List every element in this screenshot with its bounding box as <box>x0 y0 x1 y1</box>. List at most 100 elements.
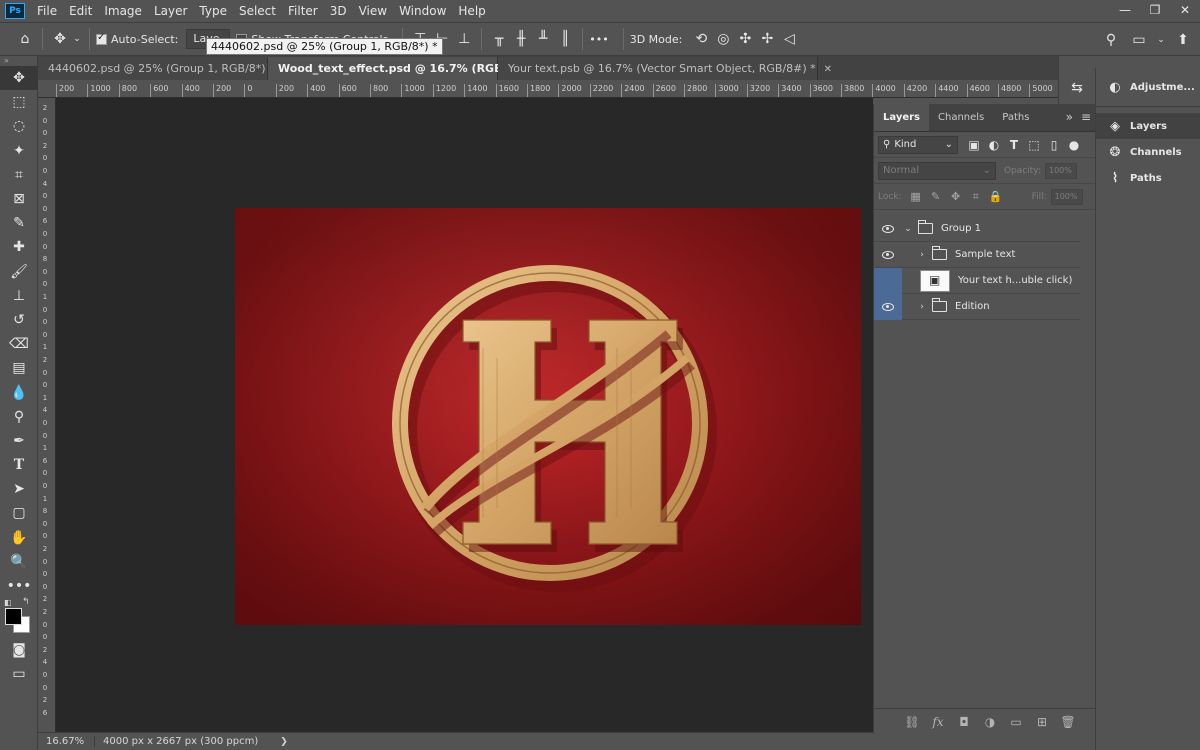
document-tab-your-text[interactable]: Your text.psb @ 16.7% (Vector Smart Obje… <box>498 57 832 80</box>
menu-layer[interactable]: Layer <box>148 0 193 22</box>
document-canvas[interactable] <box>235 208 861 625</box>
swap-colors-icon[interactable]: ↰ <box>22 597 30 607</box>
blur-tool-icon[interactable]: 💧 <box>0 380 38 404</box>
distribute-horizontal-icon[interactable]: ║ <box>554 28 576 50</box>
type-tool-icon[interactable]: T <box>0 453 38 477</box>
3d-slide-icon[interactable]: ✢ <box>756 28 778 50</box>
3d-pan-icon[interactable]: ✣ <box>734 28 756 50</box>
layer-style-icon[interactable]: fx <box>928 715 948 729</box>
menu-view[interactable]: View <box>353 0 393 22</box>
dock-adjustments[interactable]: ◐ Adjustme... <box>1096 74 1200 100</box>
gradient-tool-icon[interactable]: ▤ <box>0 356 38 380</box>
3d-scale-icon[interactable]: ◁ <box>778 28 800 50</box>
adjustment-layer-icon[interactable]: ◑ <box>980 715 1000 729</box>
visibility-toggle[interactable] <box>874 242 902 268</box>
eraser-tool-icon[interactable]: ⌫ <box>0 332 38 356</box>
default-colors-icon[interactable]: ◧ <box>4 598 12 607</box>
restore-button[interactable]: ❐ <box>1140 0 1170 20</box>
share-icon[interactable]: ⬆ <box>1172 29 1194 51</box>
distribute-bottom-icon[interactable]: ╨ <box>532 28 554 50</box>
lock-all-icon[interactable]: 🔒 <box>986 190 1006 203</box>
new-layer-icon[interactable]: ⊞ <box>1032 715 1052 729</box>
quick-mask-icon[interactable]: ◙ <box>0 638 38 662</box>
lasso-tool-icon[interactable]: ◌ <box>0 114 38 138</box>
clone-stamp-tool-icon[interactable]: ⊥ <box>0 284 38 308</box>
distribute-center-icon[interactable]: ╫ <box>510 28 532 50</box>
smart-object-filter-icon[interactable]: ▯ <box>1044 136 1064 154</box>
history-panel-icon[interactable]: ⇆ <box>1071 80 1083 96</box>
chevron-down-icon[interactable]: ⌄ <box>71 28 83 50</box>
healing-brush-tool-icon[interactable]: ✚ <box>0 235 38 259</box>
layer-row-edition[interactable]: › Edition <box>874 293 1080 320</box>
visibility-toggle[interactable] <box>874 293 902 320</box>
zoom-level-field[interactable]: 16.67% <box>38 736 94 747</box>
search-icon[interactable]: ⚲ <box>1100 29 1122 51</box>
document-tab-wood-text-effect[interactable]: Wood_text_effect.psd @ 16.7% (RGB/8#) *✕ <box>268 57 554 80</box>
minimize-button[interactable]: — <box>1110 0 1140 20</box>
edit-toolbar-icon[interactable]: ••• <box>0 574 38 598</box>
3d-orbit-icon[interactable]: ⟲ <box>690 28 712 50</box>
path-selection-tool-icon[interactable]: ➤ <box>0 477 38 501</box>
magic-wand-tool-icon[interactable]: ✦ <box>0 139 38 163</box>
close-icon[interactable]: ✕ <box>824 64 832 75</box>
new-group-icon[interactable]: ▭ <box>1006 715 1026 729</box>
marquee-tool-icon[interactable]: ⬚ <box>0 90 38 114</box>
move-tool-icon[interactable]: ✥ <box>0 66 38 91</box>
adjustment-layer-filter-icon[interactable]: ◐ <box>984 136 1004 154</box>
canvas-area[interactable] <box>56 98 873 732</box>
distribute-top-icon[interactable]: ╥ <box>488 28 510 50</box>
panel-menu-icon[interactable]: ≡ <box>1081 110 1091 124</box>
move-tool-icon[interactable]: ✥ <box>49 28 71 50</box>
align-bottom-icon[interactable]: ⊥ <box>453 28 475 50</box>
screen-mode-icon[interactable]: ▭ <box>0 662 38 686</box>
shape-layer-filter-icon[interactable]: ⬚ <box>1024 136 1044 154</box>
brush-tool-icon[interactable]: 🖌 <box>0 260 38 284</box>
crop-tool-icon[interactable]: ⌗ <box>0 163 38 187</box>
menu-edit[interactable]: Edit <box>63 0 98 22</box>
frame-tool-icon[interactable]: ⊠ <box>0 187 38 211</box>
fill-field[interactable]: 100% <box>1050 188 1083 205</box>
lock-position-icon[interactable]: ✥ <box>946 190 966 203</box>
dodge-tool-icon[interactable]: ⚲ <box>0 405 38 429</box>
history-brush-tool-icon[interactable]: ↺ <box>0 308 38 332</box>
tab-paths[interactable]: Paths <box>993 104 1038 131</box>
menu-window[interactable]: Window <box>393 0 452 22</box>
dock-layers[interactable]: ◈ Layers <box>1096 113 1200 139</box>
filter-toggle-icon[interactable]: ● <box>1064 136 1084 154</box>
collapse-panel-icon[interactable]: » <box>1066 110 1073 124</box>
tab-channels[interactable]: Channels <box>929 104 993 131</box>
menu-image[interactable]: Image <box>98 0 148 22</box>
3d-roll-icon[interactable]: ◎ <box>712 28 734 50</box>
menu-file[interactable]: File <box>31 0 63 22</box>
link-layers-icon[interactable]: ⛓ <box>902 715 922 729</box>
chevron-down-icon[interactable]: ⌄ <box>902 224 914 234</box>
eyedropper-tool-icon[interactable]: ✎ <box>0 211 38 235</box>
type-layer-filter-icon[interactable]: T <box>1004 136 1024 154</box>
layer-row-group-1[interactable]: ⌄ Group 1 <box>874 216 1080 242</box>
lock-transparent-pixels-icon[interactable]: ▦ <box>906 190 926 203</box>
filter-kind-dropdown[interactable]: ⚲ Kind ⌄ <box>878 135 958 154</box>
hand-tool-icon[interactable]: ✋ <box>0 526 38 550</box>
layer-row-your-text-smart-object[interactable]: Your text h...uble click) <box>874 267 1080 294</box>
rectangle-tool-icon[interactable]: ▢ <box>0 501 38 525</box>
visibility-toggle[interactable] <box>874 216 902 242</box>
more-options-button[interactable]: ••• <box>589 33 608 46</box>
menu-type[interactable]: Type <box>193 0 233 22</box>
menu-select[interactable]: Select <box>233 0 282 22</box>
chevron-right-icon[interactable]: › <box>916 302 928 312</box>
blend-mode-dropdown[interactable]: Normal ⌄ <box>878 161 996 180</box>
trash-icon[interactable]: 🗑 <box>1058 715 1078 729</box>
menu-help[interactable]: Help <box>452 0 491 22</box>
status-menu-arrow-icon[interactable]: ❯ <box>280 737 288 747</box>
menu-filter[interactable]: Filter <box>282 0 324 22</box>
foreground-color-swatch[interactable] <box>5 608 22 626</box>
workspace-icon[interactable]: ▭ <box>1128 29 1150 51</box>
chevron-down-icon[interactable]: ⌄ <box>1156 29 1166 51</box>
visibility-toggle[interactable] <box>874 267 902 294</box>
layer-row-sample-text[interactable]: › Sample text <box>874 242 1080 268</box>
lock-image-pixels-icon[interactable]: ✎ <box>926 190 946 203</box>
add-mask-icon[interactable]: ◘ <box>954 715 974 729</box>
document-tab-4440602[interactable]: 4440602.psd @ 25% (Group 1, RGB/8*) *✕ <box>38 57 291 80</box>
chevron-right-icon[interactable]: › <box>916 250 928 260</box>
tab-layers[interactable]: Layers <box>874 104 929 131</box>
